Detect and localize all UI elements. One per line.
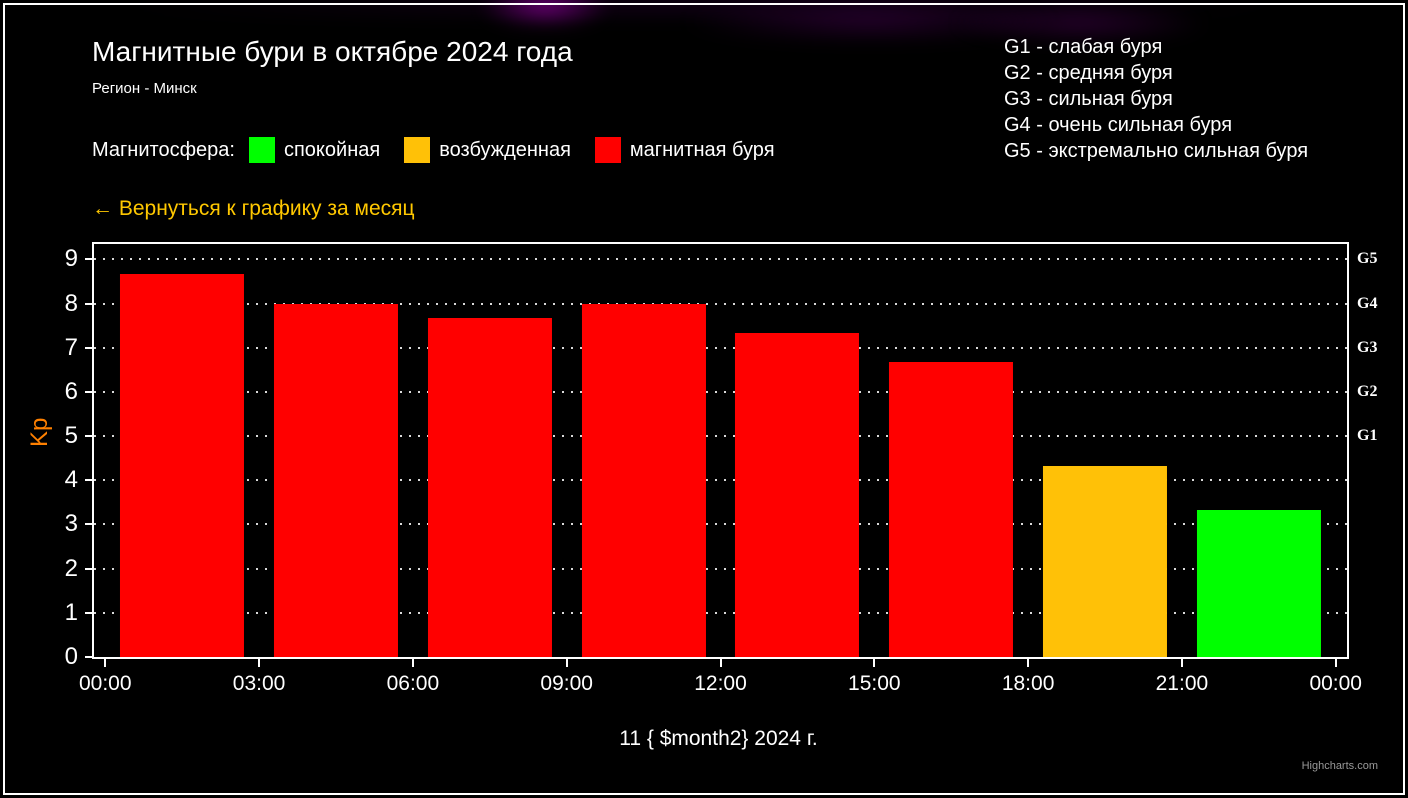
x-axis-label: 06:00 (387, 672, 440, 696)
kp-bar[interactable] (428, 318, 552, 657)
x-axis-label: 00:00 (79, 672, 132, 696)
legend-item-excited: возбужденная (404, 137, 571, 163)
legend-swatch (404, 137, 430, 163)
x-axis-tick (104, 659, 106, 667)
highcharts-credits[interactable]: Highcharts.com (1302, 760, 1378, 772)
legend-swatch (595, 137, 621, 163)
storm-scale-item-g3: G3 - сильная буря (1004, 86, 1308, 112)
x-axis-label: 12:00 (694, 672, 747, 696)
y-axis-label: 0 (65, 643, 78, 671)
storm-scale-item-g4: G4 - очень сильная буря (1004, 112, 1308, 138)
y-axis-title: Kp (26, 418, 54, 447)
x-axis-tick (1027, 659, 1029, 667)
storm-scale-item-g2: G2 - средняя буря (1004, 60, 1308, 86)
g-scale-label: G5 (1357, 250, 1377, 268)
magnetosphere-legend: Магнитосфера: спокойная возбужденная маг… (92, 137, 799, 163)
g-scale-label: G3 (1357, 339, 1377, 357)
plot-area: 012345678900:0003:0006:0009:0012:0015:00… (92, 242, 1349, 659)
x-axis-tick (412, 659, 414, 667)
back-link[interactable]: ← Вернуться к графику за месяц (92, 197, 415, 221)
x-axis-tick (720, 659, 722, 667)
x-axis-label: 18:00 (1002, 672, 1055, 696)
legend-item-label: спокойная (284, 139, 380, 162)
y-axis-label: 3 (65, 510, 78, 538)
gridline (94, 258, 1347, 260)
kp-bar[interactable] (1043, 466, 1167, 657)
legend-swatch (249, 137, 275, 163)
legend-item-label: возбужденная (439, 139, 571, 162)
x-axis-tick (566, 659, 568, 667)
x-axis-label: 03:00 (233, 672, 286, 696)
y-axis-tick (85, 568, 92, 570)
x-axis-label: 09:00 (540, 672, 593, 696)
legend-item-storm: магнитная буря (595, 137, 775, 163)
y-axis-label: 9 (65, 245, 78, 273)
y-axis-tick (85, 258, 92, 260)
y-axis-label: 5 (65, 422, 78, 450)
y-axis-tick (85, 347, 92, 349)
y-axis-tick (85, 435, 92, 437)
y-axis-tick (85, 523, 92, 525)
g-scale-label: G4 (1357, 295, 1377, 313)
y-axis-tick (85, 303, 92, 305)
x-axis-tick (1181, 659, 1183, 667)
legend-item-quiet: спокойная (249, 137, 380, 163)
storm-scale-item-g1: G1 - слабая буря (1004, 34, 1308, 60)
kp-bar[interactable] (735, 333, 859, 657)
kp-bar[interactable] (1197, 510, 1321, 657)
page-title: Магнитные бури в октябре 2024 года (92, 36, 573, 68)
page-subtitle: Регион - Минск (92, 80, 197, 97)
y-axis-label: 4 (65, 466, 78, 494)
kp-bar[interactable] (582, 304, 706, 657)
x-axis-title: 11 { $month2} 2024 г. (92, 727, 1345, 751)
x-axis-tick (873, 659, 875, 667)
x-axis-tick (1335, 659, 1337, 667)
storm-scale-legend: G1 - слабая буря G2 - средняя буря G3 - … (1004, 34, 1308, 164)
storm-scale-item-g5: G5 - экстремально сильная буря (1004, 138, 1308, 164)
y-axis-label: 1 (65, 599, 78, 627)
kp-bar[interactable] (889, 362, 1013, 657)
y-axis-label: 7 (65, 334, 78, 362)
g-scale-label: G2 (1357, 383, 1377, 401)
kp-bar[interactable] (274, 304, 398, 657)
y-axis-label: 8 (65, 290, 78, 318)
g-scale-label: G1 (1357, 427, 1377, 445)
x-axis-label: 15:00 (848, 672, 901, 696)
y-axis-tick (85, 479, 92, 481)
y-axis-tick (85, 391, 92, 393)
magnetic-storm-chart-page: { "header": { "title": "Магнитные бури в… (0, 0, 1408, 798)
y-axis-tick (85, 656, 92, 658)
legend-item-label: магнитная буря (630, 139, 775, 162)
x-axis-label: 21:00 (1156, 672, 1209, 696)
x-axis-tick (258, 659, 260, 667)
magnetosphere-legend-label: Магнитосфера: (92, 139, 235, 162)
y-axis-label: 6 (65, 378, 78, 406)
kp-bar[interactable] (120, 274, 244, 657)
y-axis-tick (85, 612, 92, 614)
y-axis-label: 2 (65, 555, 78, 583)
x-axis-label: 00:00 (1309, 672, 1362, 696)
background-glow (480, 0, 610, 26)
